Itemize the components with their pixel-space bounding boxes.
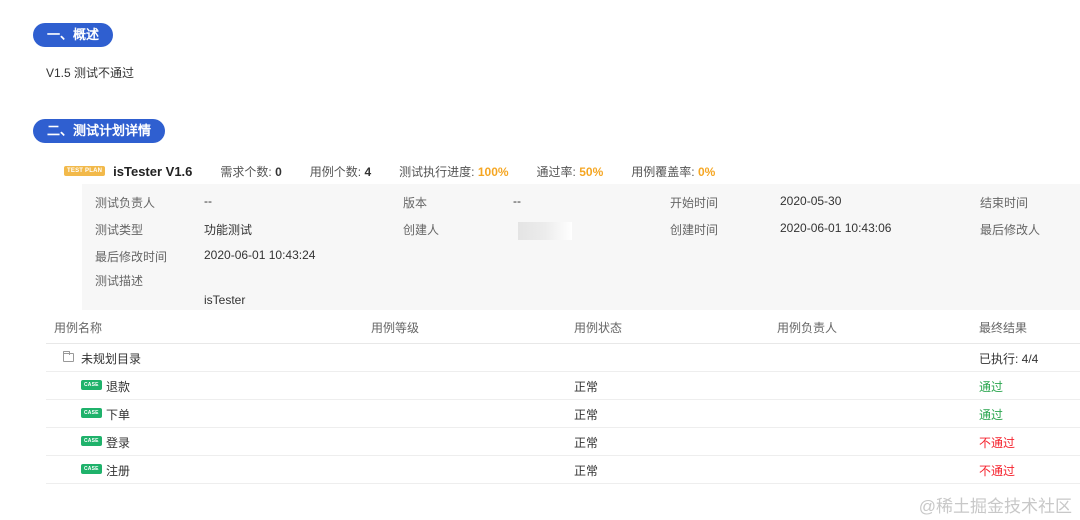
case-icon: CASE — [81, 464, 102, 474]
case-name[interactable]: 下单 — [106, 406, 130, 423]
start-time-value: 2020-05-30 — [780, 194, 842, 208]
col-case-owner[interactable]: 用例负责人 — [777, 319, 837, 336]
stat-coverage-rate: 用例覆盖率: 0% — [631, 164, 716, 179]
table-row[interactable]: CASE 下单 正常 通过 — [46, 400, 1080, 428]
folder-execution: 已执行: 4/4 — [979, 352, 1039, 366]
watermark: @稀土掘金技术社区 — [918, 497, 1072, 516]
case-icon: CASE — [81, 380, 102, 390]
case-status: 正常 — [574, 464, 599, 478]
folder-name: 未规划目录 — [81, 352, 142, 366]
stat-case-count: 用例个数: 4 — [309, 164, 372, 179]
case-result: 通过 — [979, 408, 1004, 422]
test-plan-badge: TEST PLAN — [64, 166, 106, 176]
col-case-name[interactable]: 用例名称 — [54, 319, 102, 336]
overview-description: V1.5 测试不通过 — [46, 66, 135, 80]
last-modifier-label: 最后修改人 — [980, 223, 1041, 237]
case-icon: CASE — [81, 408, 102, 418]
description-value: isTester — [204, 293, 246, 307]
stat-execution-progress: 测试执行进度: 100% — [399, 164, 509, 179]
plan-header: TEST PLAN isTester V1.6 需求个数: 0 用例个数: 4 … — [64, 162, 743, 180]
case-status: 正常 — [574, 436, 599, 450]
case-icon: CASE — [81, 436, 102, 446]
owner-label: 测试负责人 — [95, 196, 156, 210]
plan-name[interactable]: isTester V1.6 — [113, 164, 192, 179]
description-label: 测试描述 — [95, 274, 144, 288]
case-name[interactable]: 退款 — [106, 378, 130, 395]
case-name[interactable]: 注册 — [106, 462, 130, 479]
overview-section-title: 一、概述 — [33, 23, 114, 47]
test-type-label: 测试类型 — [95, 223, 144, 237]
case-name[interactable]: 登录 — [106, 434, 130, 451]
creator-label: 创建人 — [403, 223, 440, 237]
plan-details-section-title: 二、测试计划详情 — [33, 119, 166, 143]
created-time-label: 创建时间 — [670, 223, 719, 237]
case-status: 正常 — [574, 408, 599, 422]
folder-icon — [63, 351, 74, 362]
modified-time-label: 最后修改时间 — [95, 250, 168, 264]
stat-requirement-count: 需求个数: 0 — [220, 164, 282, 179]
case-result: 通过 — [979, 380, 1004, 394]
folder-row[interactable]: 未规划目录 已执行: 4/4 — [46, 344, 1080, 372]
case-table-header: 用例名称 用例等级 用例状态 用例负责人 最终结果 — [46, 310, 1080, 344]
version-value: -- — [513, 194, 521, 208]
creator-redacted — [518, 222, 572, 240]
col-final-result[interactable]: 最终结果 — [979, 319, 1027, 336]
col-case-level[interactable]: 用例等级 — [371, 319, 419, 336]
stat-pass-rate: 通过率: 50% — [536, 164, 604, 179]
owner-value: -- — [204, 194, 212, 208]
table-row[interactable]: CASE 注册 正常 不通过 — [46, 456, 1080, 484]
start-time-label: 开始时间 — [670, 196, 719, 210]
created-time-value: 2020-06-01 10:43:06 — [780, 221, 892, 235]
case-result: 不通过 — [979, 436, 1016, 450]
version-label: 版本 — [403, 196, 428, 210]
col-case-status[interactable]: 用例状态 — [574, 319, 622, 336]
modified-time-value: 2020-06-01 10:43:24 — [204, 248, 316, 262]
case-status: 正常 — [574, 380, 599, 394]
table-row[interactable]: CASE 退款 正常 通过 — [46, 372, 1080, 400]
plan-info-panel: 测试负责人 -- 版本 -- 开始时间 2020-05-30 结束时间 测试类型… — [82, 184, 1080, 310]
table-row[interactable]: CASE 登录 正常 不通过 — [46, 428, 1080, 456]
end-time-label: 结束时间 — [980, 196, 1029, 210]
test-type-value: 功能测试 — [204, 223, 253, 237]
case-result: 不通过 — [979, 464, 1016, 478]
